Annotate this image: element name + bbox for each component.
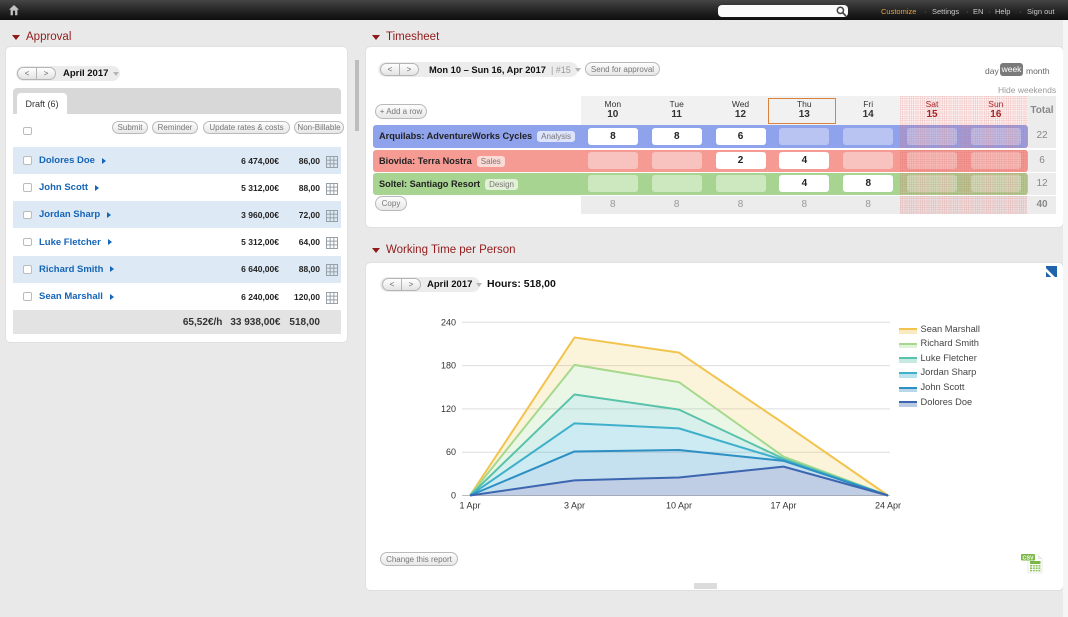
svg-text:240: 240 [441,317,456,327]
svg-text:CSV: CSV [1022,555,1034,561]
svg-text:24 Apr: 24 Apr [875,501,901,511]
svg-text:10 Apr: 10 Apr [666,501,692,511]
svg-text:1 Apr: 1 Apr [459,501,480,511]
svg-text:180: 180 [441,361,456,371]
svg-text:0: 0 [451,491,456,501]
svg-text:60: 60 [446,447,456,457]
svg-text:17 Apr: 17 Apr [770,501,796,511]
svg-text:120: 120 [441,404,456,414]
svg-text:3 Apr: 3 Apr [564,501,585,511]
